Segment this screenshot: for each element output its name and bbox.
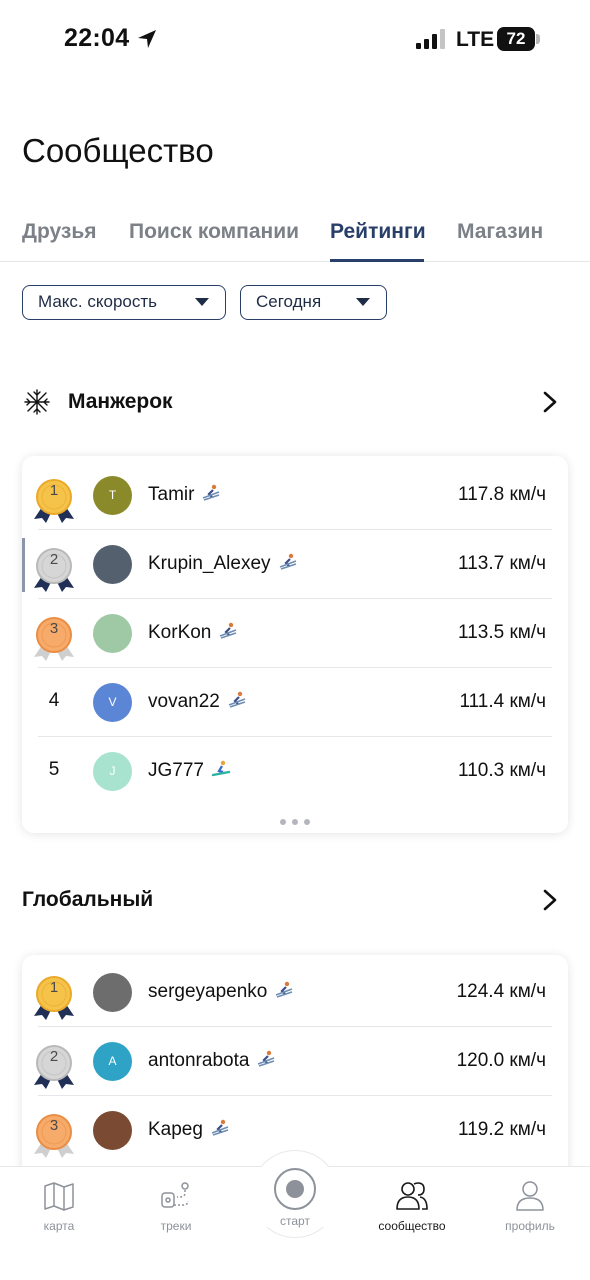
page-title: Сообщество [22,132,214,169]
resort-section-header[interactable]: Манжерок [22,386,568,418]
location-arrow-icon [138,30,156,48]
nav-map-label: карта [43,1219,75,1233]
global-title: Глобальный [22,888,154,911]
username-text: Tamir [148,484,195,505]
ski-icon [220,691,247,712]
snowboard-icon [204,760,231,781]
snowflake-icon [24,389,50,415]
avatar[interactable] [93,1111,132,1150]
avatar[interactable]: V [93,683,132,722]
ski-icon [267,981,294,1002]
nav-start-label[interactable]: старт [240,1214,350,1228]
tab-shop[interactable]: Магазин [457,220,543,244]
ski-icon [194,484,221,505]
active-tab-indicator [330,259,424,262]
username[interactable]: Kapeg [148,1119,230,1141]
username-text: JG777 [148,760,204,781]
leaderboard-row[interactable]: 5 J JG777 110.3 км/ч [22,737,568,806]
username-text: vovan22 [148,691,220,712]
avatar[interactable] [93,973,132,1012]
nav-tracks[interactable]: треки [121,1179,231,1233]
username[interactable]: Krupin_Alexey [148,553,298,575]
rank-number: 2 [49,1048,59,1065]
rank-number: 5 [48,759,60,780]
avatar[interactable]: A [93,1042,132,1081]
max-speed-value: 124.4 км/ч [456,981,546,1002]
username[interactable]: antonrabota [148,1050,276,1072]
rank-number: 4 [48,690,60,711]
max-speed-value: 113.7 км/ч [458,553,546,574]
map-icon [44,1182,74,1211]
leaderboard-row[interactable]: 2 Krupin_Alexey 113.7 км/ч [22,530,568,599]
max-speed-value: 120.0 км/ч [456,1050,546,1071]
nav-profile-label: профиль [505,1219,555,1233]
max-speed-value: 119.2 км/ч [458,1119,546,1140]
tracks-icon [161,1182,189,1208]
network-type: LTE [456,28,495,51]
signal-bars-icon [416,29,445,49]
global-section-header[interactable]: Глобальный [22,884,568,916]
metric-dropdown-value: Макс. скорость [38,292,158,311]
caret-down-icon [195,298,209,306]
tab-ratings[interactable]: Рейтинги [330,220,426,244]
resort-leaderboard-card: 1 T Tamir 117.8 км/ч 2 Krupin_Alexey 113.7 км/… [22,456,568,833]
caret-down-icon [356,298,370,306]
leaderboard-row[interactable]: 1 T Tamir 117.8 км/ч [22,461,568,530]
leaderboard-row[interactable]: 2 Aantonrabota 120.0 км/ч [22,1027,568,1096]
community-icon [396,1182,428,1210]
profile-icon [516,1181,544,1211]
avatar[interactable]: T [93,476,132,515]
ski-icon [211,622,238,643]
chevron-right-icon [543,391,557,413]
avatar[interactable] [93,614,132,653]
tab-company-search[interactable]: Поиск компании [129,220,299,244]
username-text: Krupin_Alexey [148,553,271,574]
username-text: KorKon [148,622,212,643]
leaderboard-row[interactable]: 3 KorKon 113.5 км/ч [22,599,568,668]
resort-title: Манжерок [68,390,173,413]
rank-number: 3 [49,620,59,637]
ski-icon [249,1050,276,1071]
current-user-indicator [22,538,25,592]
rank-number: 1 [49,979,59,996]
avatar[interactable] [93,545,132,584]
leaderboard-row[interactable]: 4 Vvovan22 111.4 км/ч [22,668,568,737]
period-dropdown[interactable]: Сегодня [240,285,387,320]
ski-icon [203,1119,230,1140]
battery-icon: 72 [497,27,535,51]
chevron-right-icon [543,889,557,911]
leaderboard-row[interactable]: 1 sergeyapenko 124.4 км/ч [22,958,568,1027]
max-speed-value: 117.8 км/ч [458,484,546,505]
username-text: sergeyapenko [148,981,268,1002]
status-bar: 22:04 LTE 72 [0,0,590,80]
period-dropdown-value: Сегодня [256,292,322,311]
username[interactable]: vovan22 [148,691,247,713]
tab-bar: Друзья Поиск компании Рейтинги Магазин [0,216,590,262]
rank-number: 1 [49,482,59,499]
status-time: 22:04 [64,24,130,52]
nav-community-label: сообщество [378,1219,446,1233]
avatar[interactable]: J [93,752,132,791]
username[interactable]: JG777 [148,760,231,782]
ski-icon [271,553,298,574]
username-text: Kapeg [148,1119,203,1140]
username[interactable]: Tamir [148,484,221,506]
rank-number: 3 [49,1117,59,1134]
more-dots-icon[interactable] [277,814,313,825]
max-speed-value: 110.3 км/ч [458,760,546,781]
record-icon[interactable] [273,1167,317,1211]
battery-tip [536,34,540,44]
nav-map[interactable]: карта [4,1179,114,1233]
nav-tracks-label: треки [160,1219,192,1233]
max-speed-value: 113.5 км/ч [458,622,546,643]
nav-community[interactable]: сообщество [357,1179,467,1233]
tab-friends[interactable]: Друзья [22,220,97,244]
rank-number: 2 [49,551,59,568]
username[interactable]: KorKon [148,622,238,644]
max-speed-value: 111.4 км/ч [459,691,546,712]
metric-dropdown[interactable]: Макс. скорость [22,285,226,320]
username[interactable]: sergeyapenko [148,981,294,1003]
nav-profile[interactable]: профиль [475,1179,585,1233]
username-text: antonrabota [148,1050,250,1071]
